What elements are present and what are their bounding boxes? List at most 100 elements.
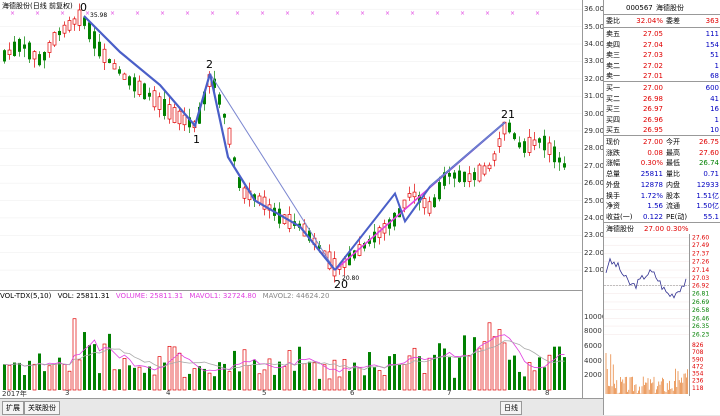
volume-bar bbox=[108, 333, 111, 390]
volume-chart[interactable] bbox=[0, 290, 583, 398]
volume-bar bbox=[72, 318, 77, 391]
mini-vol-tick: 354 bbox=[692, 371, 704, 378]
volume-bar bbox=[227, 371, 232, 391]
event-marker: × bbox=[285, 10, 290, 17]
bid-label: 买二 bbox=[606, 94, 620, 103]
volume-bar bbox=[342, 358, 347, 391]
mini-price-tick: 27.14 bbox=[692, 267, 709, 274]
candle-up bbox=[532, 139, 537, 146]
stat-row: 现价 27.00 今开 26.75 bbox=[604, 137, 720, 147]
volume-bar bbox=[7, 365, 12, 391]
stat-value: 25811 bbox=[640, 170, 663, 179]
price-axis: 36.00 35.00 34.00 33.00 32.00 31.00 30.00 29.00… bbox=[583, 0, 605, 290]
wave-label-1: 1 bbox=[193, 133, 200, 146]
event-marker: × bbox=[510, 10, 515, 17]
bid-label: 买一 bbox=[606, 84, 620, 92]
ask-volume: 51 bbox=[710, 51, 719, 59]
ask-price: 27.04 bbox=[642, 40, 663, 49]
bid-volume: 16 bbox=[710, 105, 719, 113]
volume-bar bbox=[207, 372, 212, 391]
event-marker: × bbox=[460, 10, 465, 17]
candle-down bbox=[223, 113, 226, 118]
candle-down bbox=[148, 92, 151, 97]
stat-value: 1.72% bbox=[640, 191, 663, 200]
candle-up bbox=[467, 173, 472, 182]
stat-label: 总量 bbox=[606, 170, 620, 179]
price-tick: 28.00 bbox=[584, 144, 605, 153]
ask-price: 27.01 bbox=[642, 72, 663, 80]
price-tick: 29.00 bbox=[584, 126, 605, 135]
mini-vol-tick: 826 bbox=[692, 342, 704, 349]
time-tick: 5 bbox=[262, 389, 267, 397]
ask-label: 卖五 bbox=[606, 30, 620, 38]
mini-price-tick: 27.37 bbox=[692, 251, 709, 258]
volume-bar bbox=[357, 367, 362, 391]
tab-extend[interactable]: 扩展 bbox=[2, 401, 24, 415]
tab-related-stocks[interactable]: 关联股份 bbox=[24, 401, 60, 415]
candle-up bbox=[52, 32, 57, 46]
time-axis: 2017年 3 4 5 6 7 8 bbox=[0, 389, 583, 398]
kline-chart[interactable]: × × × × × × × × × × × × × × × × × × × × × × bbox=[0, 0, 583, 290]
ratio-value: 32.04% bbox=[636, 17, 663, 25]
mini-intraday-chart[interactable]: 27.6027.49 27.3727.2627.1427.0326.9226.81… bbox=[604, 234, 720, 396]
volume-header: VOL-TDX(5,10) VOL: 25811.31 VOLUME: 2581… bbox=[0, 291, 333, 301]
bid-label: 买四 bbox=[606, 115, 620, 124]
mini-vol-tick: 118 bbox=[692, 385, 704, 392]
candle-down bbox=[163, 99, 166, 116]
candle-up bbox=[47, 42, 52, 53]
volume-bar bbox=[233, 350, 236, 390]
volume-bar bbox=[373, 367, 376, 390]
candle-up bbox=[137, 80, 142, 95]
candle-down bbox=[538, 138, 541, 143]
volume-bar bbox=[433, 354, 436, 390]
stat-value: 1.51亿 bbox=[696, 191, 719, 200]
stat-value: 1.56 bbox=[647, 202, 663, 211]
volume-bar bbox=[513, 355, 516, 390]
volume-bar bbox=[18, 362, 21, 390]
candle-down bbox=[23, 44, 26, 49]
stat-row: 涨跌 0.08 最高 27.60 bbox=[604, 148, 720, 158]
volume-bar bbox=[198, 366, 201, 390]
mini-price-tick: 27.60 bbox=[692, 234, 709, 241]
ask-volume: 154 bbox=[705, 40, 719, 49]
stat-row: 总量 25811 量比 0.71 bbox=[604, 169, 720, 179]
stat-label: 内盘 bbox=[666, 180, 680, 189]
period-label[interactable]: 日线 bbox=[500, 401, 522, 415]
volume-bar bbox=[538, 357, 541, 390]
candle-down bbox=[128, 76, 131, 86]
volume-bar bbox=[238, 371, 241, 390]
stat-label: 涨幅 bbox=[606, 159, 620, 168]
stat-value: 12933 bbox=[696, 180, 719, 189]
volume-bar bbox=[422, 373, 427, 391]
candle-down bbox=[18, 38, 21, 52]
time-tick: 4 bbox=[166, 389, 171, 397]
volume-bar bbox=[492, 336, 497, 391]
volume-bar bbox=[482, 341, 487, 391]
volume-bar bbox=[257, 373, 262, 391]
diff-label: 委差 bbox=[666, 17, 680, 25]
volume-bar bbox=[188, 373, 191, 390]
volume-bar bbox=[402, 364, 407, 391]
event-marker: × bbox=[435, 10, 440, 17]
stat-value: 26.75 bbox=[698, 138, 719, 146]
mini-vol-tick: 236 bbox=[692, 378, 704, 385]
stat-label: 收益(一) bbox=[606, 212, 633, 221]
bid-price: 27.00 bbox=[642, 84, 663, 92]
bid-label: 买三 bbox=[606, 105, 620, 113]
volume-bar bbox=[412, 347, 417, 391]
candle-down bbox=[448, 173, 451, 177]
volume-bar bbox=[287, 350, 292, 391]
volume-bar bbox=[88, 345, 91, 390]
volume-bar bbox=[388, 356, 391, 390]
stock-name: 海德股份 bbox=[656, 4, 684, 12]
stat-value: 27.00 bbox=[642, 138, 663, 146]
stat-value: 27.60 bbox=[698, 148, 719, 157]
volume-bar bbox=[382, 375, 387, 391]
candle-up bbox=[242, 187, 247, 199]
ask-price: 27.02 bbox=[642, 61, 663, 70]
candle-up bbox=[172, 107, 177, 123]
price-tick: 21.00 bbox=[584, 266, 605, 275]
volume-bar bbox=[62, 364, 67, 391]
volume-bar bbox=[458, 356, 461, 390]
stat-label: 最高 bbox=[666, 148, 680, 157]
